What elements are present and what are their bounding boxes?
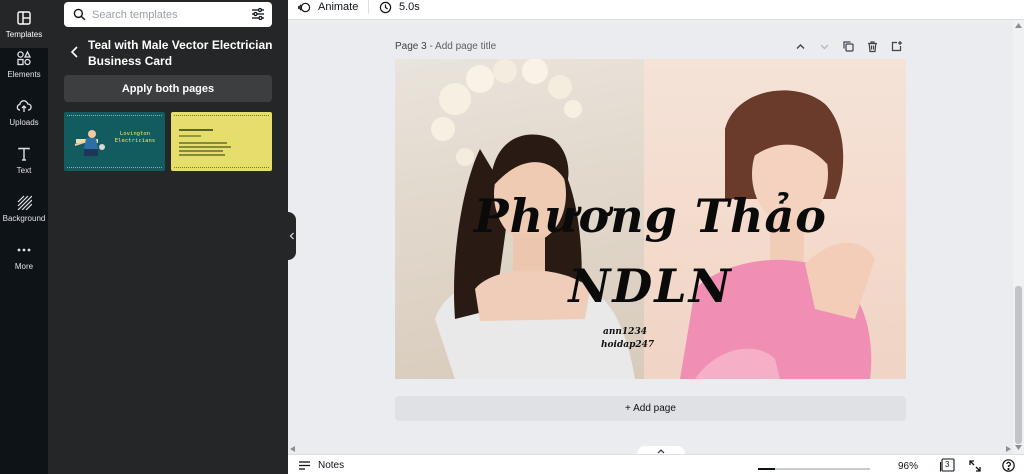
- vertical-scrollbar-thumb[interactable]: [1015, 286, 1022, 444]
- thumbnail-border-bottom: [174, 167, 269, 168]
- zoom-level[interactable]: 96%: [898, 461, 918, 472]
- electrician-illustration-icon: [74, 130, 105, 156]
- zoom-slider[interactable]: [758, 468, 870, 470]
- rail-item-background[interactable]: Background: [0, 184, 48, 232]
- scroll-up-arrow-icon[interactable]: [1015, 23, 1022, 28]
- pattern-icon: [17, 195, 32, 210]
- thumbnail-text-line: [179, 129, 213, 131]
- template-icon: [17, 10, 31, 25]
- rail-label-text: Text: [16, 165, 32, 175]
- templates-panel: Teal with Male Vector Electrician Busine…: [48, 0, 288, 474]
- delete-page-icon[interactable]: [866, 40, 879, 53]
- thumbnail-border-top: [174, 115, 269, 116]
- design-page[interactable]: Phương Thảo NDLN ann1234 hoidap247: [395, 59, 906, 379]
- rail-label-uploads: Uploads: [9, 117, 39, 127]
- thumbnail-border-bottom: [67, 167, 162, 168]
- template-thumbnail-back[interactable]: [171, 112, 272, 171]
- design-credit-line2[interactable]: hoidap247: [601, 340, 654, 350]
- upload-cloud-icon: [16, 99, 32, 112]
- page-header[interactable]: Page 3 - Add page title: [395, 41, 496, 52]
- add-page-icon[interactable]: [890, 40, 903, 53]
- bottom-bar: Notes 96% 3: [288, 454, 1024, 474]
- collapse-panel-handle[interactable]: [288, 212, 296, 260]
- design-title-line1[interactable]: Phương Thảo: [395, 189, 906, 243]
- zoom-slider-fill: [758, 468, 775, 470]
- animate-label: Animate: [318, 1, 359, 13]
- scroll-left-arrow-icon[interactable]: [290, 446, 295, 452]
- more-dots-icon: [17, 248, 31, 251]
- help-icon[interactable]: [1002, 459, 1015, 472]
- page-title-placeholder[interactable]: Add page title: [435, 41, 496, 52]
- toolbar-divider: [368, 0, 369, 14]
- back-chevron-icon[interactable]: [68, 45, 82, 59]
- shapes-icon: [17, 50, 32, 65]
- page-count-button[interactable]: 3: [940, 458, 956, 472]
- thumbnail-text-line: [179, 146, 231, 148]
- duration-button[interactable]: 5.0s: [379, 0, 420, 14]
- animate-icon: [298, 2, 311, 12]
- design-title-line2[interactable]: NDLN: [395, 259, 906, 313]
- notes-icon: [299, 461, 310, 470]
- scroll-down-arrow-icon[interactable]: [1015, 445, 1022, 450]
- scroll-right-arrow-icon[interactable]: [1006, 446, 1011, 452]
- collapse-chevron-icon: [289, 232, 294, 240]
- clock-icon: [379, 1, 392, 13]
- page-number: Page 3: [395, 41, 427, 52]
- page-count: 3: [945, 460, 950, 469]
- apply-both-pages-button[interactable]: Apply both pages: [64, 75, 272, 102]
- icon-rail: Templates Elements Uploads Text Backgrou…: [0, 0, 48, 474]
- rail-label-templates: Templates: [5, 29, 43, 39]
- thumbnail-border-top: [67, 115, 162, 116]
- move-page-up-icon[interactable]: [794, 40, 807, 53]
- rail-item-text[interactable]: Text: [0, 136, 48, 184]
- search-box[interactable]: [64, 2, 272, 27]
- filter-sliders-icon[interactable]: [251, 7, 265, 21]
- rail-item-uploads[interactable]: Uploads: [0, 88, 48, 136]
- design-credit-line1[interactable]: ann1234: [603, 327, 647, 337]
- rail-label-background: Background: [2, 213, 46, 223]
- template-title: Teal with Male Vector Electrician Busine…: [88, 38, 273, 68]
- duration-label: 5.0s: [399, 1, 420, 13]
- thumbnail-company-name: Lovington Electricians: [114, 131, 156, 144]
- search-input[interactable]: [92, 5, 242, 24]
- thumbnail-text-line: [179, 150, 223, 152]
- text-icon: [18, 147, 30, 161]
- thumbnail-text-line: [179, 142, 227, 144]
- add-page-button[interactable]: + Add page: [395, 396, 906, 421]
- duplicate-page-icon[interactable]: [842, 40, 855, 53]
- template-thumbnail-front[interactable]: Lovington Electricians: [64, 112, 165, 171]
- search-icon: [73, 8, 86, 21]
- vertical-scrollbar[interactable]: [1013, 20, 1024, 454]
- rail-item-elements[interactable]: Elements: [0, 40, 48, 88]
- editor-toolbar: Animate 5.0s: [288, 0, 1024, 20]
- thumbnail-text-line: [179, 135, 201, 137]
- animate-button[interactable]: Animate: [298, 0, 358, 14]
- thumbnail-text-line: [179, 154, 225, 156]
- move-page-down-icon[interactable]: [818, 40, 831, 53]
- notes-label: Notes: [318, 460, 345, 471]
- rail-item-more[interactable]: More: [0, 232, 48, 280]
- rail-label-more: More: [14, 261, 34, 271]
- rail-label-elements: Elements: [7, 69, 41, 79]
- notes-button[interactable]: Notes: [298, 460, 344, 471]
- fullscreen-icon[interactable]: [969, 460, 981, 472]
